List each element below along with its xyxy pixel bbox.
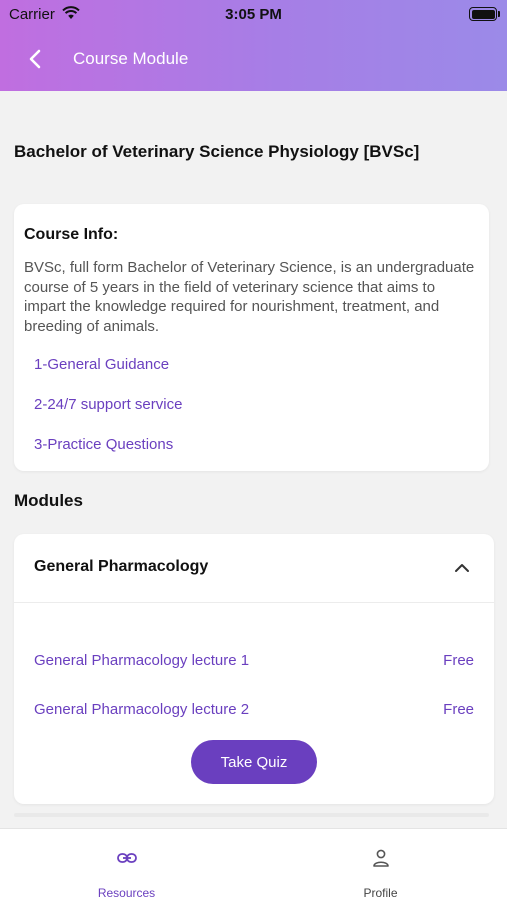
tab-label: Resources xyxy=(97,886,156,900)
lecture-price: Free xyxy=(443,652,474,669)
lecture-name: General Pharmacology lecture 2 xyxy=(34,701,250,718)
link-practice-questions[interactable]: 3-Practice Questions xyxy=(34,436,173,453)
chevron-left-icon xyxy=(29,49,41,69)
battery-icon xyxy=(469,7,500,21)
course-info-heading: Course Info: xyxy=(24,226,119,243)
take-quiz-button[interactable]: Take Quiz xyxy=(191,740,317,784)
status-bar: Carrier 3:05 PM xyxy=(0,0,507,28)
tab-bar: Resources Profile xyxy=(0,828,507,900)
module-header[interactable]: General Pharmacology xyxy=(14,534,494,603)
lecture-price: Free xyxy=(443,701,474,718)
clock: 3:05 PM xyxy=(225,6,282,23)
tab-label: Profile xyxy=(363,886,398,900)
lecture-row[interactable]: General Pharmacology lecture 1 Free xyxy=(34,652,474,672)
back-button[interactable] xyxy=(22,46,48,72)
app-header: Carrier 3:05 PM Course Module xyxy=(0,0,507,91)
module-title: General Pharmacology xyxy=(34,558,209,575)
module-card: General Pharmacology General Pharmacolog… xyxy=(14,534,494,804)
next-module-card-peek xyxy=(14,813,489,817)
chevron-up-icon xyxy=(455,564,469,572)
modules-heading: Modules xyxy=(14,491,83,510)
nav-bar: Course Module xyxy=(0,38,507,78)
course-info-description: BVSc, full form Bachelor of Veterinary S… xyxy=(24,259,475,335)
course-info-card: Course Info: BVSc, full form Bachelor of… xyxy=(14,204,489,471)
link-icon xyxy=(116,853,137,863)
course-title: Bachelor of Veterinary Science Physiolog… xyxy=(14,142,420,161)
link-support-service[interactable]: 2-24/7 support service xyxy=(34,396,182,413)
lecture-row[interactable]: General Pharmacology lecture 2 Free xyxy=(34,701,474,721)
link-general-guidance[interactable]: 1-General Guidance xyxy=(34,356,169,373)
tab-profile[interactable]: Profile xyxy=(254,829,507,900)
tab-resources[interactable]: Resources xyxy=(0,829,253,900)
person-icon xyxy=(372,849,389,867)
nav-title: Course Module xyxy=(73,49,189,68)
lecture-name: General Pharmacology lecture 1 xyxy=(34,652,250,669)
